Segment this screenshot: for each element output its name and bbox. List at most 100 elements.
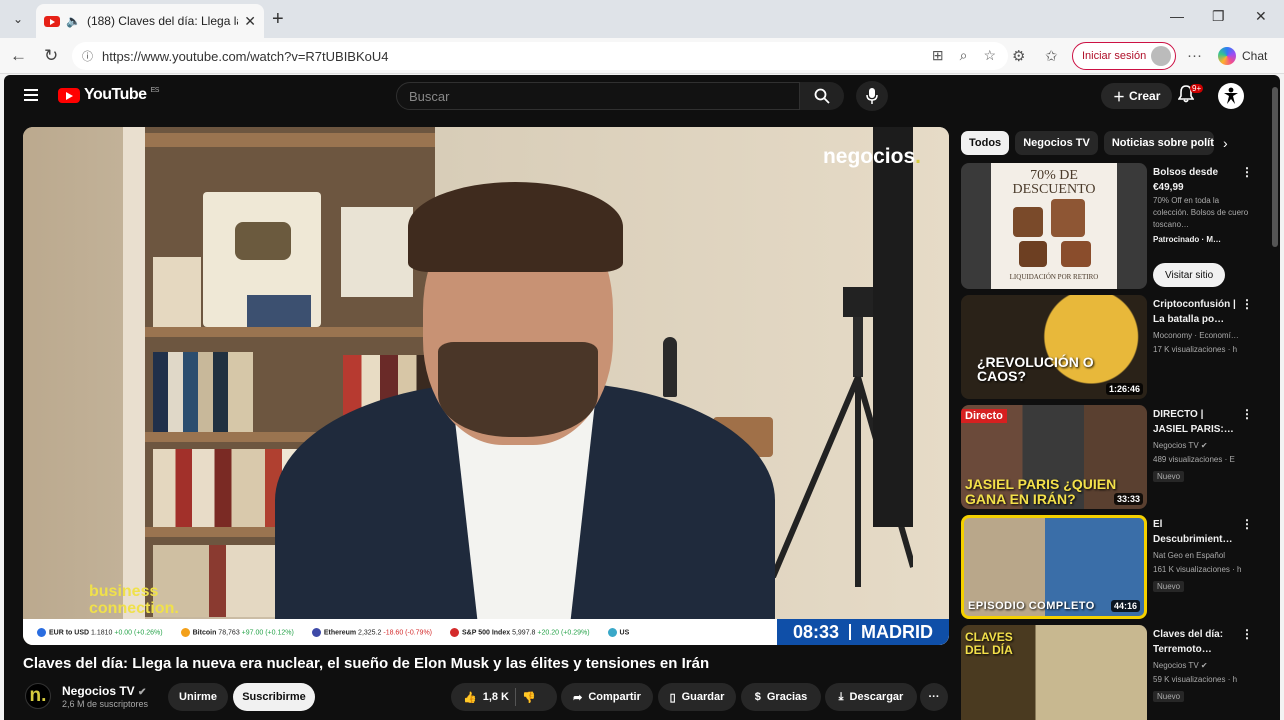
video-player[interactable]: negocios. business connection. EUR to US… — [23, 127, 949, 645]
favorite-star-icon[interactable]: ☆ — [983, 47, 996, 64]
thumbnail-text: EPISODIO COMPLETO — [968, 600, 1095, 612]
search-input[interactable]: Buscar — [396, 82, 800, 110]
create-button[interactable]: ＋ Crear — [1101, 83, 1173, 109]
logo-text: YouTube — [84, 86, 147, 103]
book-cover — [153, 257, 201, 327]
speaker-icon[interactable]: 🔈 — [66, 14, 81, 28]
thumbs-down-icon[interactable]: 👎 — [522, 691, 536, 704]
thumbnail-text: ¿REVOLUCIÓN O CAOS? — [977, 354, 1094, 384]
ticker-asset-icon — [450, 627, 459, 637]
video-menu-icon[interactable]: ⋮ — [1241, 627, 1253, 641]
tab-title: (188) Claves del día: Llega la n — [86, 14, 239, 28]
ticker-change: +20.20 (+0.29%) — [537, 628, 590, 636]
url-field[interactable]: ⓘ https://www.youtube.com/watch?v=R7tUBI… — [72, 42, 1008, 70]
clock-time: 08:33 — [792, 621, 840, 642]
channel-name[interactable]: Negocios TV ✔ — [62, 684, 146, 698]
ad-discount-text: 70% DE DESCUENTO — [1012, 168, 1096, 197]
video-channel[interactable]: Moconomy · Economí… — [1153, 329, 1249, 343]
address-toolbar: ← ↻ ⓘ https://www.youtube.com/watch?v=R7… — [0, 38, 1284, 74]
voice-search-button[interactable] — [856, 81, 888, 111]
bag-shape — [1051, 199, 1085, 237]
page-scrollbar[interactable] — [1272, 87, 1278, 247]
join-button[interactable]: Unirme — [168, 683, 228, 711]
save-button[interactable]: ▯ Guardar — [658, 683, 736, 711]
subscribe-button[interactable]: Suscribirme — [233, 683, 315, 711]
menu-icon[interactable] — [24, 89, 38, 101]
like-divider — [515, 688, 516, 706]
refresh-icon[interactable]: ↻ — [44, 46, 58, 66]
back-arrow-icon[interactable]: ← — [10, 46, 27, 66]
chevron-right-icon[interactable]: › — [1223, 135, 1228, 151]
bag-shape — [1019, 241, 1047, 267]
more-options-icon[interactable]: ··· — [1187, 47, 1202, 64]
thumbs-up-icon[interactable]: 👍 — [463, 691, 477, 704]
download-button[interactable]: ⤓ Descargar — [825, 683, 917, 711]
extensions-icon[interactable]: ⚙ — [1012, 47, 1025, 65]
brand-text: negocios — [822, 145, 916, 168]
chip-all[interactable]: Todos — [961, 131, 1010, 155]
ticker-change: +0.00 (+0.26%) — [114, 628, 163, 636]
ticker-name: S&P 500 Index — [462, 628, 513, 636]
ad-menu-icon[interactable]: ⋮ — [1241, 165, 1253, 179]
video-menu-icon[interactable]: ⋮ — [1241, 297, 1253, 311]
signin-button[interactable]: Iniciar sesión — [1072, 42, 1176, 70]
zoom-icon[interactable]: ⌕ — [960, 47, 968, 64]
video-title[interactable]: Claves del día: Terremoto… — [1153, 627, 1239, 657]
recommended-video[interactable]: ¿REVOLUCIÓN O CAOS? 1:26:46 Criptoconfus… — [961, 295, 1253, 399]
video-thumbnail[interactable]: CLAVES DEL DÍA — [961, 625, 1147, 720]
minimize-icon[interactable]: — — [1170, 8, 1184, 24]
video-thumbnail[interactable]: Directo JASIEL PARIS ¿QUIEN GANA EN IRÁN… — [961, 405, 1147, 509]
brand-dot: . — [915, 145, 921, 168]
tab-actions-chevron-icon[interactable]: ⌄ — [6, 7, 30, 31]
recommended-video[interactable]: CLAVES DEL DÍA Claves del día: Terremoto… — [961, 625, 1253, 720]
ad-thumbnail[interactable]: 70% DE DESCUENTO LIQUIDACIÓN POR RETIRO — [961, 163, 1147, 289]
account-avatar[interactable] — [1218, 83, 1244, 109]
search-button[interactable] — [800, 82, 844, 110]
bag-shape — [1013, 207, 1043, 237]
plus-icon: ＋ — [1113, 89, 1126, 104]
save-label: Guardar — [681, 691, 725, 703]
browser-tab[interactable]: 🔈 (188) Claves del día: Llega la n ✕ — [36, 4, 264, 38]
visit-site-button[interactable]: Visitar sitio — [1153, 263, 1226, 287]
url-text: https://www.youtube.com/watch?v=R7tUBIBK… — [102, 48, 389, 64]
video-channel[interactable]: Negocios TV ✔ — [1153, 439, 1249, 453]
share-button[interactable]: ➦ Compartir — [561, 683, 653, 711]
new-tab-plus-icon[interactable]: + — [272, 8, 284, 31]
subscriber-count: 2,6 M de suscriptores — [62, 699, 149, 709]
ad-clearance-text: LIQUIDACIÓN POR RETIRO — [1009, 273, 1099, 281]
chip-politics-news[interactable]: Noticias sobre polític — [1103, 131, 1214, 155]
favorites-icon[interactable]: ✩ — [1045, 47, 1058, 65]
video-menu-icon[interactable]: ⋮ — [1241, 407, 1253, 421]
youtube-logo[interactable]: YouTube ES — [58, 86, 159, 104]
ad-sponsored-label: Patrocinado · M… — [1153, 235, 1222, 244]
recommended-video[interactable]: Directo JASIEL PARIS ¿QUIEN GANA EN IRÁN… — [961, 405, 1253, 509]
video-channel[interactable]: Nat Geo en Español — [1153, 549, 1249, 563]
ad-card[interactable]: 70% DE DESCUENTO LIQUIDACIÓN POR RETIRO … — [961, 163, 1253, 293]
video-title[interactable]: El Descubrimient… — [1153, 517, 1239, 547]
create-label: Crear — [1129, 89, 1161, 103]
video-title[interactable]: DIRECTO | JASIEL PARIS:… — [1153, 407, 1239, 437]
copilot-chat-button[interactable]: Chat — [1218, 47, 1267, 65]
video-menu-icon[interactable]: ⋮ — [1241, 517, 1253, 531]
lamp — [663, 337, 677, 397]
video-channel[interactable]: Negocios TV ✔ — [1153, 659, 1249, 673]
video-thumbnail[interactable]: EPISODIO COMPLETO 44:16 — [961, 515, 1147, 619]
channel-avatar[interactable]: n. — [25, 683, 51, 709]
video-thumbnail[interactable]: ¿REVOLUCIÓN O CAOS? 1:26:46 — [961, 295, 1147, 399]
video-title[interactable]: Criptoconfusión | La batalla po… — [1153, 297, 1239, 327]
browser-tab-bar: ⌄ 🔈 (188) Claves del día: Llega la n ✕ +… — [0, 0, 1284, 38]
apps-grid-icon[interactable]: ⊞ — [932, 47, 944, 64]
ticker-asset-icon — [180, 627, 190, 637]
ad-title[interactable]: Bolsos desde €49,99 — [1153, 165, 1239, 195]
like-count[interactable]: 1,8 K — [483, 691, 509, 703]
site-info-icon[interactable]: ⓘ — [82, 48, 94, 63]
maximize-icon[interactable]: ❐ — [1212, 8, 1225, 25]
thanks-icon: $ — [754, 691, 761, 703]
more-actions-icon[interactable]: ··· — [920, 683, 948, 711]
close-tab-icon[interactable]: ✕ — [244, 13, 256, 30]
signin-label: Iniciar sesión — [1082, 50, 1147, 62]
thanks-button[interactable]: $ Gracias — [741, 683, 821, 711]
recommended-video[interactable]: EPISODIO COMPLETO 44:16 El Descubrimient… — [961, 515, 1253, 619]
close-window-icon[interactable]: ✕ — [1255, 8, 1267, 25]
chip-negocios-tv[interactable]: Negocios TV — [1015, 131, 1098, 155]
